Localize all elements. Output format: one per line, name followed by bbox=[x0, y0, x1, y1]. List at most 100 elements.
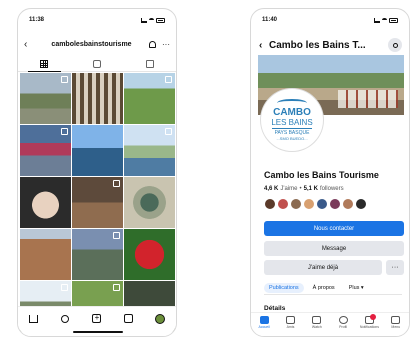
tab-about[interactable]: À propos bbox=[308, 283, 340, 293]
avatar bbox=[342, 198, 354, 210]
wifi-icon bbox=[149, 18, 154, 22]
more-options-button[interactable]: ··· bbox=[386, 260, 404, 275]
search-icon bbox=[392, 42, 398, 48]
logo-text-line4: ...SMO BUEDO... bbox=[276, 136, 308, 141]
wifi-icon bbox=[382, 18, 387, 22]
watch-icon bbox=[312, 316, 322, 324]
avatar bbox=[155, 313, 166, 324]
tab-more[interactable]: Plus ▾ bbox=[344, 283, 369, 293]
profile-picture-logo[interactable]: CAMBO LES BAINS PAYS BASQUE ...SMO BUEDO… bbox=[261, 89, 323, 151]
search-button[interactable] bbox=[388, 38, 402, 52]
facebook-phone-screen: 11:40 ‹ Cambo les Bains T... CAMBO LES B… bbox=[250, 8, 410, 337]
reels-icon bbox=[124, 314, 134, 323]
nav-label: Notifications bbox=[359, 325, 379, 329]
tab-reels[interactable] bbox=[71, 60, 124, 71]
signal-icon bbox=[374, 17, 380, 23]
profile-nav-button[interactable] bbox=[155, 313, 166, 324]
tab-tagged[interactable] bbox=[123, 60, 176, 71]
battery-icon bbox=[389, 17, 398, 23]
status-bar: 11:40 bbox=[262, 15, 398, 25]
nav-home[interactable]: Accueil bbox=[253, 316, 275, 329]
avatar bbox=[264, 198, 276, 210]
contact-button[interactable]: Nous contacter bbox=[264, 221, 404, 236]
grid-photo[interactable] bbox=[124, 177, 175, 228]
avatar bbox=[355, 198, 367, 210]
status-icons bbox=[374, 17, 398, 23]
grid-photo[interactable] bbox=[20, 229, 71, 280]
friends-icon bbox=[285, 316, 295, 324]
grid-photo[interactable] bbox=[20, 73, 71, 124]
page-stats[interactable]: 4,6 K J'aime • 5,1 K followers bbox=[264, 186, 344, 192]
bell-icon[interactable] bbox=[149, 40, 156, 48]
home-indicator bbox=[73, 331, 123, 333]
nav-menu[interactable]: Menu bbox=[385, 316, 407, 329]
grid-photo[interactable] bbox=[72, 177, 123, 228]
grid-photo[interactable] bbox=[20, 177, 71, 228]
reels-nav-button[interactable] bbox=[124, 314, 134, 324]
nav-profile[interactable]: Profil bbox=[332, 316, 354, 329]
stats-separator: • bbox=[299, 186, 302, 192]
nav-friends[interactable]: Amis bbox=[279, 316, 301, 329]
likes-label: J'aime bbox=[280, 186, 298, 192]
grid-photo[interactable] bbox=[72, 73, 123, 124]
page-name: Cambo les Bains Tourisme bbox=[264, 170, 379, 180]
logo-divider bbox=[272, 128, 312, 129]
profile-username: cambolesbainstourisme bbox=[51, 40, 132, 48]
instagram-phone-screen: 11:38 ‹ cambolesbainstourisme ··· + bbox=[17, 8, 177, 337]
grid-photo[interactable] bbox=[72, 125, 123, 176]
header-actions: ··· bbox=[149, 40, 170, 49]
grid-photo[interactable] bbox=[72, 229, 123, 280]
mountain-logo-icon bbox=[277, 99, 307, 107]
home-nav-button[interactable] bbox=[29, 314, 39, 324]
back-icon[interactable]: ‹ bbox=[259, 40, 269, 51]
followers-label: followers bbox=[319, 186, 344, 192]
avatar bbox=[329, 198, 341, 210]
photo-grid bbox=[20, 73, 175, 332]
nav-label: Accueil bbox=[258, 325, 270, 329]
search-icon bbox=[61, 314, 70, 323]
status-time: 11:40 bbox=[262, 17, 278, 23]
logo-text-line1: CAMBO bbox=[273, 107, 311, 118]
back-icon[interactable]: ‹ bbox=[24, 39, 34, 50]
notification-badge bbox=[370, 314, 377, 320]
grid-photo[interactable] bbox=[124, 229, 175, 280]
grid-icon bbox=[40, 60, 49, 68]
tab-publications[interactable]: Publications bbox=[264, 282, 304, 293]
avatar bbox=[316, 198, 328, 210]
tagged-icon bbox=[145, 60, 154, 68]
status-icons bbox=[141, 17, 165, 23]
nav-watch[interactable]: Watch bbox=[306, 316, 328, 329]
page-header: ‹ Cambo les Bains T... bbox=[259, 37, 402, 53]
followers-count: 5,1 K bbox=[303, 186, 318, 192]
logo-text-line2: LES BAINS bbox=[271, 118, 313, 127]
grid-photo[interactable] bbox=[124, 125, 175, 176]
avatar bbox=[303, 198, 315, 210]
status-time: 11:38 bbox=[29, 17, 45, 23]
nav-label: Amis bbox=[286, 325, 295, 329]
friends-avatars[interactable] bbox=[264, 198, 367, 210]
home-icon bbox=[259, 316, 269, 324]
avatar bbox=[290, 198, 302, 210]
tab-posts-grid[interactable] bbox=[18, 60, 71, 72]
avatar bbox=[277, 198, 289, 210]
menu-icon bbox=[391, 316, 401, 324]
message-button[interactable]: Message bbox=[264, 241, 404, 256]
reels-icon bbox=[93, 60, 101, 68]
likes-count: 4,6 K bbox=[264, 186, 279, 192]
page-title: Cambo les Bains T... bbox=[269, 39, 366, 51]
profile-tabs bbox=[18, 60, 176, 72]
bottom-nav: Accueil Amis Watch Profil Notifications … bbox=[251, 312, 409, 336]
details-heading: Détails bbox=[264, 305, 286, 312]
plus-icon: + bbox=[92, 314, 102, 323]
grid-photo[interactable] bbox=[124, 73, 175, 124]
search-nav-button[interactable] bbox=[60, 314, 70, 324]
status-bar: 11:38 bbox=[29, 15, 165, 25]
battery-icon bbox=[156, 17, 165, 23]
nav-notifications[interactable]: Notifications bbox=[358, 314, 380, 329]
create-nav-button[interactable]: + bbox=[92, 314, 102, 324]
grid-photo[interactable] bbox=[20, 125, 71, 176]
nav-label: Menu bbox=[391, 325, 401, 329]
nav-label: Profil bbox=[339, 325, 348, 329]
more-icon[interactable]: ··· bbox=[162, 40, 170, 49]
liked-button[interactable]: J'aime déjà bbox=[264, 260, 382, 275]
